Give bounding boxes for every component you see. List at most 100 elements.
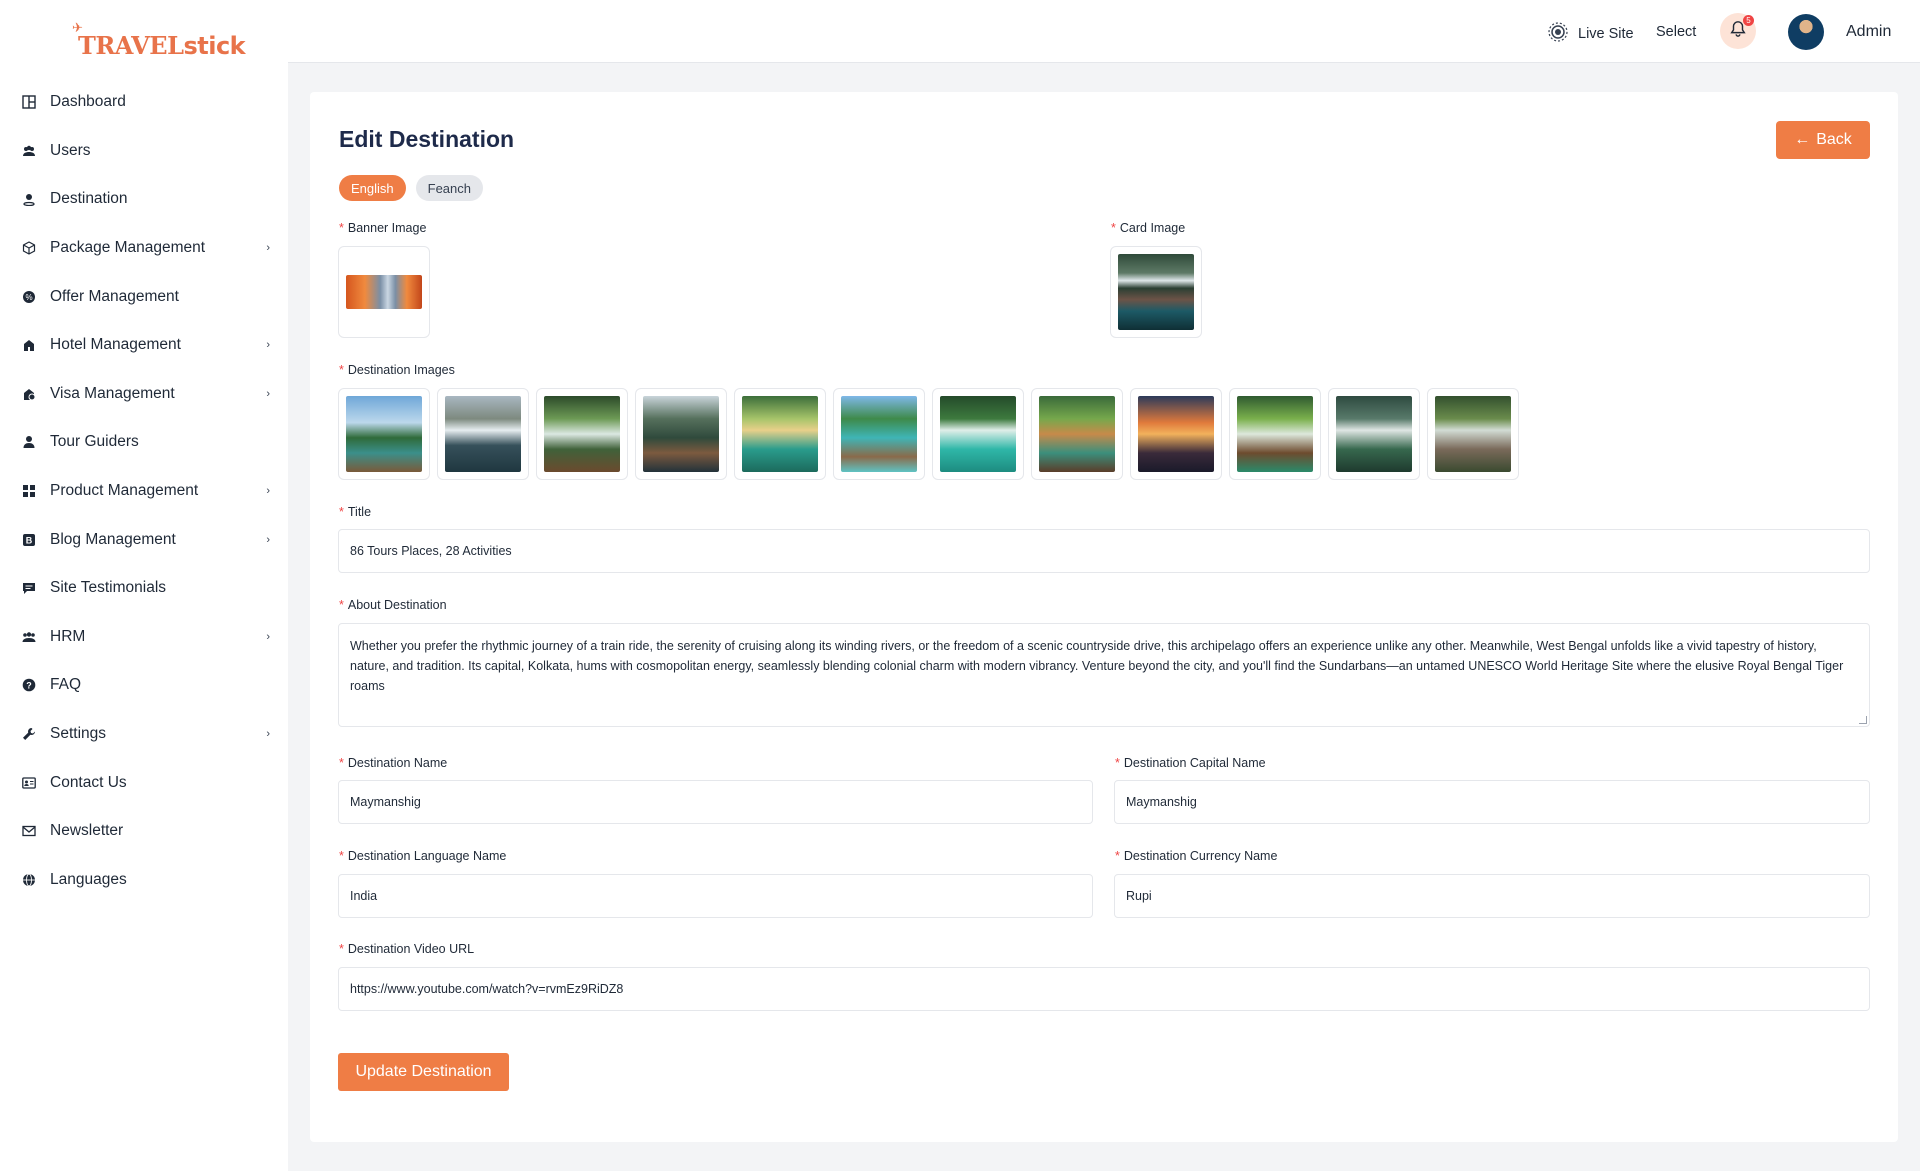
destination-image-thumb[interactable] <box>536 388 628 480</box>
topbar: Live Site Select 5 Admin <box>288 0 1920 63</box>
sidebar-item-tour-guiders[interactable]: Tour Guiders <box>0 418 288 467</box>
sidebar-item-label: Site Testimonials <box>50 579 167 597</box>
card-image-thumbnail <box>1118 254 1194 330</box>
sidebar-item-newsletter[interactable]: Newsletter <box>0 807 288 856</box>
destination-language-input[interactable]: India <box>338 874 1093 918</box>
destination-image-thumb[interactable] <box>1229 388 1321 480</box>
sidebar-item-product-management[interactable]: Product Management › <box>0 467 288 516</box>
destination-image-thumb[interactable] <box>833 388 925 480</box>
tab-french[interactable]: Feanch <box>415 175 484 201</box>
sidebar-item-label: Destination <box>50 190 128 208</box>
destination-image-thumb[interactable] <box>338 388 430 480</box>
sidebar-item-hrm[interactable]: HRM › <box>0 613 288 662</box>
svg-text:B: B <box>26 535 33 545</box>
avatar[interactable] <box>1788 14 1824 50</box>
sidebar-item-site-testimonials[interactable]: Site Testimonials <box>0 564 288 613</box>
destination-image <box>346 396 422 472</box>
contact-card-icon <box>22 776 36 790</box>
sidebar-item-package-management[interactable]: Package Management › <box>0 224 288 273</box>
chevron-right-icon: › <box>266 339 270 352</box>
notification-button[interactable]: 5 <box>1720 13 1756 49</box>
sidebar-item-label: HRM <box>50 627 86 645</box>
destination-image-thumb[interactable] <box>1328 388 1420 480</box>
update-destination-button[interactable]: Update Destination <box>338 1053 509 1091</box>
live-site-label: Live Site <box>1578 26 1634 42</box>
destination-image <box>1336 396 1412 472</box>
dashboard-icon <box>22 95 36 109</box>
destination-name-input[interactable]: Maymanshig <box>338 780 1093 824</box>
back-button[interactable]: ← Back <box>1776 121 1870 159</box>
destination-image <box>643 396 719 472</box>
destination-image-thumb[interactable] <box>1427 388 1519 480</box>
sidebar-item-offer-management[interactable]: % Offer Management <box>0 272 288 321</box>
sidebar-item-label: Newsletter <box>50 822 124 840</box>
tab-english[interactable]: English <box>339 175 406 201</box>
title-input[interactable]: 86 Tours Places, 28 Activities <box>338 529 1870 573</box>
sidebar-item-faq[interactable]: ? FAQ <box>0 661 288 710</box>
sidebar-item-label: Offer Management <box>50 287 179 305</box>
sidebar-item-label: Dashboard <box>50 93 126 111</box>
arrow-left-icon: ← <box>1794 131 1811 148</box>
location-pin-icon <box>22 192 36 207</box>
destination-video-input[interactable]: https://www.youtube.com/watch?v=rvmEz9Ri… <box>338 967 1870 1011</box>
brand-logo[interactable]: ✈ TRAVELstick <box>72 20 246 60</box>
banner-image-upload[interactable] <box>338 246 430 338</box>
banner-image-label: * Banner Image <box>339 221 427 235</box>
destination-images-label: * Destination Images <box>339 363 455 377</box>
destination-image-thumb[interactable] <box>437 388 529 480</box>
destination-image <box>445 396 521 472</box>
chevron-right-icon: › <box>266 485 270 498</box>
destination-image-thumb[interactable] <box>1130 388 1222 480</box>
destination-capital-label: * Destination Capital Name <box>1115 756 1266 770</box>
grid-icon <box>22 484 36 498</box>
sidebar-item-languages[interactable]: Languages <box>0 856 288 905</box>
destination-name-label: * Destination Name <box>339 756 448 770</box>
sidebar-item-hotel-management[interactable]: Hotel Management › <box>0 321 288 370</box>
destination-image-thumb[interactable] <box>635 388 727 480</box>
select-dropdown[interactable]: Select <box>1656 24 1696 40</box>
language-tabs: English Feanch <box>339 175 484 201</box>
destination-image-thumb[interactable] <box>734 388 826 480</box>
sidebar-item-blog-management[interactable]: B Blog Management › <box>0 515 288 564</box>
sidebar-item-dashboard[interactable]: Dashboard <box>0 78 288 127</box>
destination-image <box>1138 396 1214 472</box>
about-destination-label: * About Destination <box>339 598 447 612</box>
sidebar-item-label: Users <box>50 141 91 159</box>
edit-destination-card: Edit Destination ← Back English Feanch *… <box>310 92 1898 1142</box>
chevron-right-icon: › <box>266 387 270 400</box>
sidebar-item-label: Contact Us <box>50 773 127 791</box>
back-button-label: Back <box>1816 131 1852 148</box>
sidebar-item-users[interactable]: Users <box>0 127 288 176</box>
hotel-icon <box>22 338 36 352</box>
destination-capital-input[interactable]: Maymanshig <box>1114 780 1870 824</box>
destination-image-thumb[interactable] <box>932 388 1024 480</box>
notification-badge: 5 <box>1743 15 1754 26</box>
resize-handle[interactable] <box>1859 716 1867 724</box>
destination-image-thumb[interactable] <box>1031 388 1123 480</box>
person-icon <box>22 435 36 449</box>
admin-username[interactable]: Admin <box>1846 23 1891 41</box>
sidebar-item-label: Settings <box>50 725 107 743</box>
sidebar-item-label: Package Management <box>50 239 206 257</box>
destination-currency-input[interactable]: Rupi <box>1114 874 1870 918</box>
destination-image <box>841 396 917 472</box>
destination-currency-label: * Destination Currency Name <box>1115 849 1278 863</box>
globe-icon <box>22 873 36 887</box>
sidebar-item-settings[interactable]: Settings › <box>0 710 288 759</box>
sidebar-item-visa-management[interactable]: Visa Management › <box>0 370 288 419</box>
live-site-link[interactable]: Live Site <box>1548 22 1634 46</box>
card-image-upload[interactable] <box>1110 246 1202 338</box>
banner-image-thumbnail <box>346 275 422 309</box>
sidebar-item-destination[interactable]: Destination <box>0 175 288 224</box>
svg-text:?: ? <box>26 681 32 691</box>
about-destination-textarea[interactable]: Whether you prefer the rhythmic journey … <box>338 623 1870 727</box>
chevron-right-icon: › <box>266 630 270 643</box>
chevron-right-icon: › <box>266 242 270 255</box>
visa-icon <box>22 387 36 401</box>
sidebar-item-label: Visa Management <box>50 384 175 402</box>
team-icon <box>22 630 36 644</box>
sidebar-item-contact-us[interactable]: Contact Us <box>0 758 288 807</box>
sidebar-item-label: Hotel Management <box>50 336 181 354</box>
page-title: Edit Destination <box>339 126 515 152</box>
chevron-right-icon: › <box>266 728 270 741</box>
